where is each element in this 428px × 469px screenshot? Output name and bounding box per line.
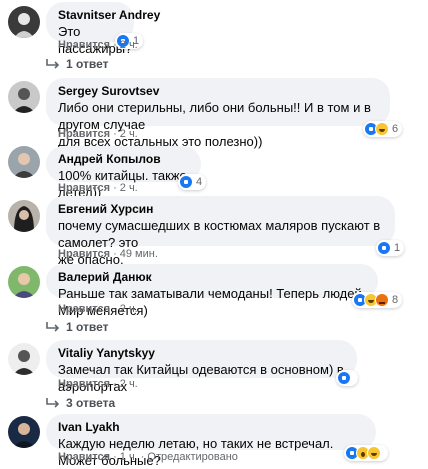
comment-meta: Нравится · 2 ч. — [58, 303, 138, 315]
comment-time[interactable]: 2 ч. — [120, 182, 138, 194]
comment-meta: Нравится · 2 ч. — [58, 182, 138, 194]
reaction-summary[interactable]: 6 — [363, 121, 403, 137]
replies-label: 1 ответ — [66, 320, 109, 334]
avatar[interactable] — [8, 343, 40, 375]
replies-label: 3 ответа — [66, 396, 116, 410]
comment-meta: Нравится · 49 мин. — [58, 248, 158, 260]
haha-reaction-icon — [375, 122, 389, 136]
comment-time[interactable]: 1 ч. — [120, 451, 138, 463]
avatar[interactable] — [8, 146, 40, 178]
comment-time[interactable]: 2 ч. — [120, 39, 138, 51]
comment-meta: Нравится · 2 ч. — [58, 128, 138, 140]
reaction-summary[interactable]: 4 — [178, 174, 207, 190]
like-button[interactable]: Нравится — [58, 182, 110, 194]
view-replies-link[interactable]: 3 ответа — [46, 396, 115, 410]
reaction-summary[interactable] — [344, 445, 388, 461]
comment-author[interactable]: Stavnitser Andrey — [58, 8, 160, 23]
comment-time[interactable]: 2 ч. — [120, 378, 138, 390]
like-button[interactable]: Нравится — [58, 128, 110, 140]
edited-label[interactable]: Отредактировано — [147, 451, 238, 463]
haha-reaction-icon — [367, 446, 381, 460]
view-replies-link[interactable]: 1 ответ — [46, 57, 109, 71]
comment-bubble: Vitaliy Yanytskyy Замечал так Китайцы од… — [46, 340, 357, 394]
comment-author[interactable]: Sergey Surovtsev — [58, 84, 378, 99]
view-replies-link[interactable]: 1 ответ — [46, 320, 109, 334]
reaction-count: 1 — [394, 242, 401, 254]
like-reaction-icon — [179, 175, 193, 189]
comment-text: почему сумасшедших в костюмах маляров пу… — [58, 218, 381, 250]
like-button[interactable]: Нравится — [58, 248, 110, 260]
like-button[interactable]: Нравится — [58, 378, 110, 390]
comment-author[interactable]: Vitaliy Yanytskyy — [58, 346, 345, 361]
avatar[interactable] — [8, 266, 40, 298]
comment-author[interactable]: Валерий Данюк — [58, 270, 366, 285]
reaction-count: 4 — [196, 176, 203, 188]
like-button[interactable]: Нравится — [58, 451, 110, 463]
reaction-summary[interactable] — [336, 370, 358, 386]
comment-time[interactable]: 2 ч. — [120, 128, 138, 140]
comment-author[interactable]: Евгений Хурсин — [58, 202, 383, 217]
avatar[interactable] — [8, 6, 40, 38]
comment-meta: Нравится · 1 ч. · Отредактировано — [58, 451, 238, 463]
avatar[interactable] — [8, 81, 40, 113]
comment-bubble: Sergey Surovtsev Либо они стерильны, либ… — [46, 78, 390, 149]
reaction-count: 6 — [392, 123, 399, 135]
like-reaction-icon — [377, 241, 391, 255]
comment-bubble: Евгений Хурсин почему сумасшедших в кост… — [46, 196, 395, 267]
comment-meta: Нравится · 2 ч. — [58, 378, 138, 390]
comment-bubble: Валерий Данюк Раньше так заматывали чемо… — [46, 264, 378, 318]
like-button[interactable]: Нравится — [58, 303, 110, 315]
replies-label: 1 ответ — [66, 57, 109, 71]
reaction-summary[interactable]: 8 — [352, 292, 403, 308]
angry-reaction-icon — [375, 293, 389, 307]
comment-time[interactable]: 49 мин. — [120, 248, 158, 260]
like-reaction-icon — [337, 371, 351, 385]
avatar[interactable] — [8, 200, 40, 232]
like-button[interactable]: Нравится — [58, 39, 110, 51]
comment-time[interactable]: 2 ч. — [120, 303, 138, 315]
reaction-count: 8 — [392, 294, 399, 306]
comment-bubble: Ivan Lyakh Каждую неделю летаю, но таких… — [46, 414, 376, 468]
reply-arrow-icon — [46, 322, 60, 332]
comment-bubble: Андрей Копылов 100% китайцы. также летел… — [46, 146, 201, 200]
reaction-summary[interactable]: 1 — [376, 240, 405, 256]
avatar[interactable] — [8, 416, 40, 448]
comment-author[interactable]: Андрей Копылов — [58, 152, 189, 167]
reply-arrow-icon — [46, 398, 60, 408]
comment-author[interactable]: Ivan Lyakh — [58, 420, 364, 435]
reply-arrow-icon — [46, 59, 60, 69]
comment-meta: Нравится · 2 ч. — [58, 39, 138, 51]
